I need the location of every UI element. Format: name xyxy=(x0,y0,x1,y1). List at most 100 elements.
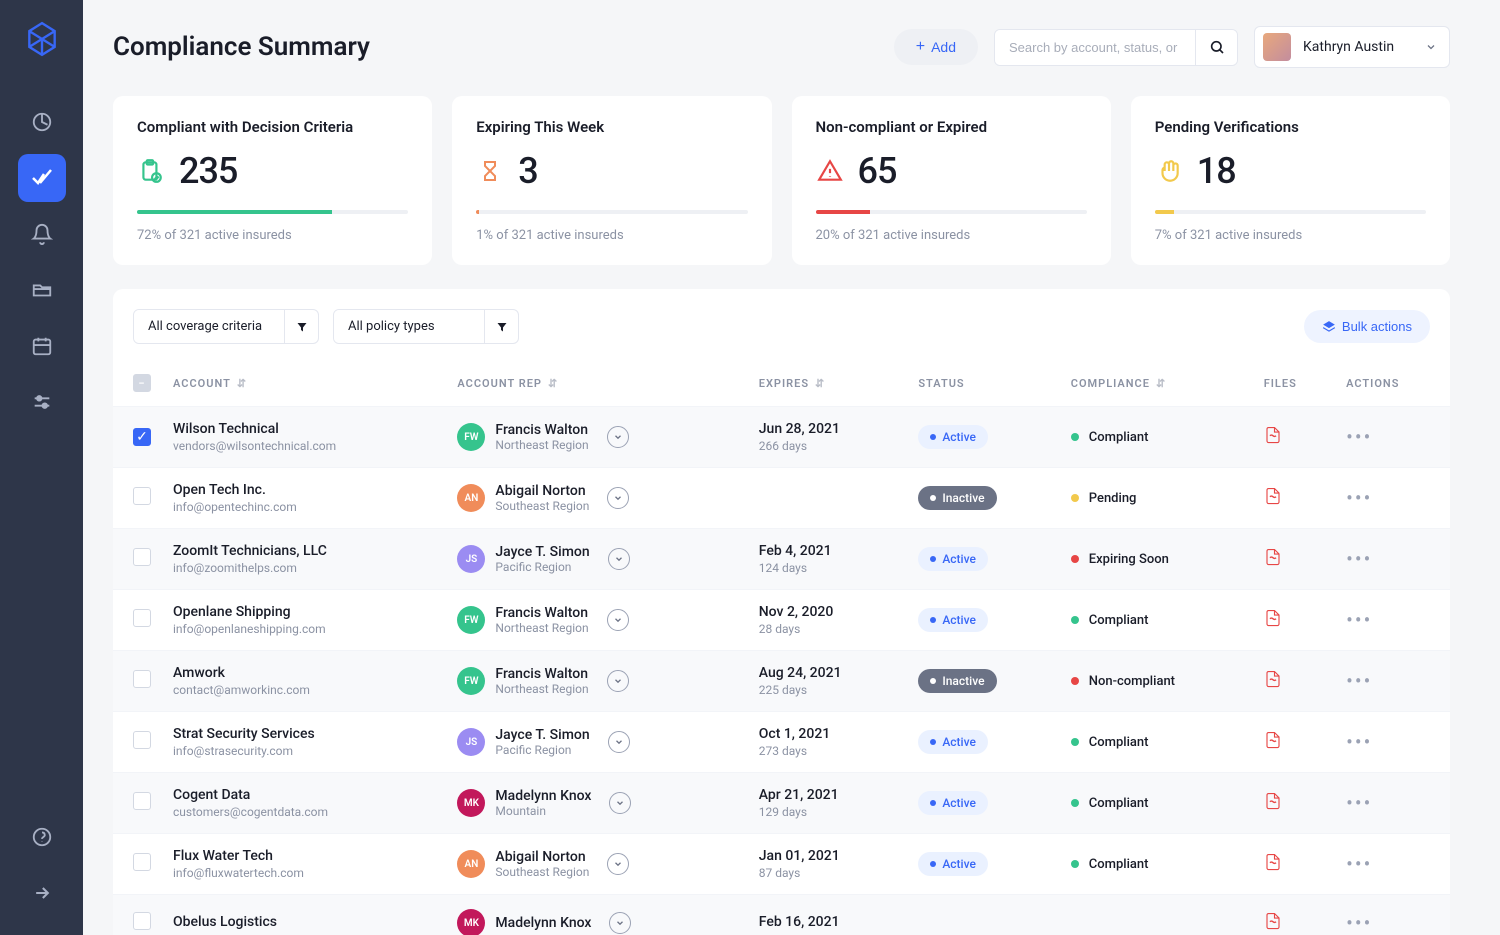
table-row: ZoomIt Technicians, LLCinfo@zoomithelps.… xyxy=(113,529,1450,590)
card-value: 18 xyxy=(1197,150,1236,192)
compliance-cell: Compliant xyxy=(1071,735,1244,750)
row-actions-menu[interactable]: ••• xyxy=(1346,852,1372,876)
col-rep[interactable]: Account Rep⇵ xyxy=(447,360,748,407)
col-actions: Actions xyxy=(1336,360,1450,407)
account-email: vendors@wilsontechnical.com xyxy=(173,439,437,453)
bulk-actions-button[interactable]: Bulk actions xyxy=(1304,310,1430,343)
pdf-file-icon[interactable] xyxy=(1264,918,1282,934)
nav-help[interactable] xyxy=(18,813,66,861)
user-dropdown[interactable]: Kathryn Austin xyxy=(1254,26,1450,68)
row-checkbox[interactable] xyxy=(133,548,151,566)
select-all-checkbox[interactable]: − xyxy=(133,374,151,392)
rep-expand[interactable] xyxy=(607,853,629,875)
row-actions-menu[interactable]: ••• xyxy=(1346,730,1372,754)
expires-date: Jan 01, 2021 xyxy=(759,848,899,864)
status-badge: Inactive xyxy=(918,669,996,693)
row-checkbox[interactable] xyxy=(133,912,151,930)
expires-date: Feb 16, 2021 xyxy=(759,914,899,930)
pdf-file-icon[interactable] xyxy=(1264,737,1282,753)
row-checkbox[interactable] xyxy=(133,609,151,627)
policy-filter[interactable]: All policy types xyxy=(333,309,519,344)
row-actions-menu[interactable]: ••• xyxy=(1346,791,1372,815)
account-name: Strat Security Services xyxy=(173,726,437,742)
clipboard-check-icon xyxy=(137,157,165,185)
card-title: Pending Verifications xyxy=(1155,118,1426,136)
pdf-file-icon[interactable] xyxy=(1264,432,1282,448)
row-actions-menu[interactable]: ••• xyxy=(1346,669,1372,693)
row-checkbox[interactable] xyxy=(133,792,151,810)
rep-expand[interactable] xyxy=(608,548,630,570)
filter-icon[interactable] xyxy=(484,310,518,343)
filter-icon[interactable] xyxy=(284,310,318,343)
row-checkbox[interactable]: ✓ xyxy=(133,428,151,446)
row-actions-menu[interactable]: ••• xyxy=(1346,486,1372,510)
rep-name: Abigail Norton xyxy=(495,483,589,499)
pdf-file-icon[interactable] xyxy=(1264,615,1282,631)
expires-date: Feb 4, 2021 xyxy=(759,543,899,559)
search-button[interactable] xyxy=(1195,30,1237,65)
account-email: info@zoomithelps.com xyxy=(173,561,437,575)
table-row: Flux Water Techinfo@fluxwatertech.com AN… xyxy=(113,834,1450,895)
rep-avatar: MK xyxy=(457,789,485,817)
card-footnote: 7% of 321 active insureds xyxy=(1155,228,1426,243)
account-email: info@openlaneshipping.com xyxy=(173,622,437,636)
pdf-file-icon[interactable] xyxy=(1264,859,1282,875)
row-checkbox[interactable] xyxy=(133,853,151,871)
expires-days: 28 days xyxy=(759,622,899,636)
nav-compliance[interactable] xyxy=(18,154,66,202)
status-badge: Active xyxy=(918,547,988,571)
rep-name: Francis Walton xyxy=(495,422,588,438)
card-footnote: 72% of 321 active insureds xyxy=(137,228,408,243)
rep-name: Jayce T. Simon xyxy=(495,727,589,743)
row-checkbox[interactable] xyxy=(133,487,151,505)
compliance-cell: Compliant xyxy=(1071,430,1244,445)
rep-expand[interactable] xyxy=(607,609,629,631)
nav-notifications[interactable] xyxy=(18,210,66,258)
col-account[interactable]: Account⇵ xyxy=(163,360,447,407)
page-title: Compliance Summary xyxy=(113,32,878,62)
summary-card: Expiring This Week 3 1% of 321 active in… xyxy=(452,96,771,265)
table-row: Obelus Logistics MK Madelynn Knox Feb 16… xyxy=(113,895,1450,935)
rep-expand[interactable] xyxy=(607,426,629,448)
table-row: Open Tech Inc.info@opentechinc.com AN Ab… xyxy=(113,468,1450,529)
nav-calendar[interactable] xyxy=(18,322,66,370)
row-checkbox[interactable] xyxy=(133,731,151,749)
nav-collapse[interactable] xyxy=(18,869,66,917)
nav-settings[interactable] xyxy=(18,378,66,426)
summary-cards: Compliant with Decision Criteria 235 72%… xyxy=(113,96,1450,265)
account-email: info@fluxwatertech.com xyxy=(173,866,437,880)
rep-expand[interactable] xyxy=(607,487,629,509)
main-content: Compliance Summary + Add Kathryn Austin … xyxy=(83,0,1500,935)
hand-paper-icon xyxy=(1155,157,1183,185)
status-badge: Inactive xyxy=(918,486,996,510)
pdf-file-icon[interactable] xyxy=(1264,676,1282,692)
row-actions-menu[interactable]: ••• xyxy=(1346,547,1372,571)
account-name: Wilson Technical xyxy=(173,421,437,437)
pdf-file-icon[interactable] xyxy=(1264,493,1282,509)
rep-expand[interactable] xyxy=(609,792,631,814)
status-badge: Active xyxy=(918,791,988,815)
row-actions-menu[interactable]: ••• xyxy=(1346,608,1372,632)
row-actions-menu[interactable]: ••• xyxy=(1346,911,1372,935)
rep-avatar: AN xyxy=(457,484,485,512)
rep-avatar: MK xyxy=(457,909,485,935)
nav-dashboard[interactable] xyxy=(18,98,66,146)
expires-days: 129 days xyxy=(759,805,899,819)
rep-expand[interactable] xyxy=(608,731,630,753)
nav-folder[interactable] xyxy=(18,266,66,314)
col-compliance[interactable]: Compliance⇵ xyxy=(1061,360,1254,407)
pdf-file-icon[interactable] xyxy=(1264,554,1282,570)
rep-expand[interactable] xyxy=(607,670,629,692)
coverage-filter[interactable]: All coverage criteria xyxy=(133,309,319,344)
row-actions-menu[interactable]: ••• xyxy=(1346,425,1372,449)
warning-triangle-icon xyxy=(816,157,844,185)
rep-region: Pacific Region xyxy=(495,743,589,757)
rep-expand[interactable] xyxy=(609,912,631,934)
row-checkbox[interactable] xyxy=(133,670,151,688)
add-button[interactable]: + Add xyxy=(894,29,978,65)
search-input[interactable] xyxy=(995,30,1195,65)
pdf-file-icon[interactable] xyxy=(1264,798,1282,814)
rep-avatar: JS xyxy=(457,728,485,756)
col-expires[interactable]: Expires⇵ xyxy=(749,360,909,407)
table-row: Cogent Datacustomers@cogentdata.com MK M… xyxy=(113,773,1450,834)
